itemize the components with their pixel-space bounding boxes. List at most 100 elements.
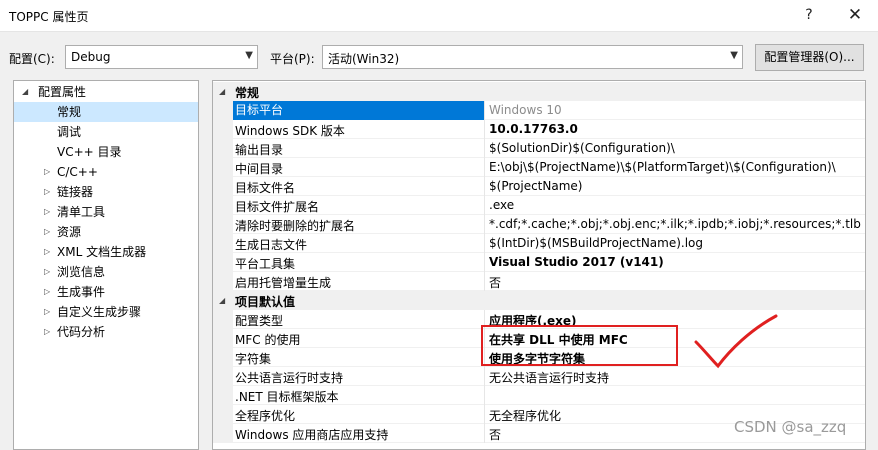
expand-triangle-icon[interactable]: ▷: [44, 202, 50, 222]
column-divider[interactable]: [484, 101, 485, 120]
column-divider[interactable]: [484, 234, 485, 253]
checkmark-annotation-icon: [694, 314, 778, 369]
column-divider[interactable]: [484, 158, 485, 177]
property-row[interactable]: 中间目录 E:\obj\$(ProjectName)\$(PlatformTarg…: [213, 158, 865, 177]
config-combo[interactable]: Debug ▼: [65, 45, 258, 69]
expand-triangle-icon[interactable]: ▷: [44, 222, 50, 242]
property-value[interactable]: $(ProjectName): [489, 179, 861, 193]
property-tree[interactable]: ◢ 配置属性 常规 调试 VC++ 目录 ▷ C/C++ ▷ 链接器 ▷ 清单工具 ▷ 资源 ▷ XML…: [13, 80, 199, 450]
property-name: 生成日志文件: [235, 238, 308, 252]
row-gutter: [213, 234, 233, 253]
collapse-triangle-icon[interactable]: ◢: [219, 87, 225, 96]
tree-item[interactable]: ▷ C/C++: [14, 162, 198, 182]
tree-item[interactable]: ▷ 浏览信息: [14, 262, 198, 282]
section-header[interactable]: ◢ 项目默认值: [213, 291, 865, 310]
property-name: 目标文件扩展名: [235, 200, 320, 214]
chevron-down-icon: ▼: [730, 50, 738, 61]
column-divider[interactable]: [484, 405, 485, 424]
column-divider[interactable]: [484, 272, 485, 291]
column-divider[interactable]: [484, 215, 485, 234]
section-title: 常规: [235, 86, 260, 100]
property-row[interactable]: 启用托管增量生成 否: [213, 272, 865, 291]
property-row[interactable]: 清除时要删除的扩展名 *.cdf;*.cache;*.obj;*.obj.enc;…: [213, 215, 865, 234]
property-grid[interactable]: ◢ 常规 目标平台 Windows 10 Windows SDK 版本 10.0.1776…: [212, 80, 866, 450]
property-row[interactable]: 目标文件扩展名 .exe: [213, 196, 865, 215]
property-value[interactable]: E:\obj\$(ProjectName)\$(PlatformTarget)\…: [489, 160, 861, 174]
row-gutter: [213, 196, 233, 215]
config-value: Debug: [71, 50, 111, 64]
property-name: 中间目录: [235, 162, 284, 176]
property-row[interactable]: 生成日志文件 $(IntDir)$(MSBuildProjectName).log: [213, 234, 865, 253]
platform-value: 活动(Win32): [328, 52, 400, 66]
column-divider[interactable]: [484, 177, 485, 196]
tree-item[interactable]: ▷ 自定义生成步骤: [14, 302, 198, 322]
window-title: TOPPC 属性页: [9, 10, 89, 24]
property-row[interactable]: .NET 目标框架版本: [213, 386, 865, 405]
column-divider[interactable]: [484, 386, 485, 405]
column-divider[interactable]: [484, 424, 485, 443]
title-bar: TOPPC 属性页 ? ✕: [0, 0, 878, 32]
property-value[interactable]: 否: [489, 274, 861, 291]
property-value[interactable]: 无公共语言运行时支持: [489, 369, 861, 386]
expanded-triangle-icon[interactable]: ◢: [22, 82, 28, 102]
tree-item[interactable]: ▷ 清单工具: [14, 202, 198, 222]
property-name: Windows 应用商店应用支持: [235, 428, 389, 442]
tree-item[interactable]: VC++ 目录: [14, 142, 198, 162]
column-divider[interactable]: [484, 120, 485, 139]
tree-item-label: 清单工具: [57, 205, 106, 219]
expand-triangle-icon[interactable]: ▷: [44, 242, 50, 262]
property-value[interactable]: *.cdf;*.cache;*.obj;*.obj.enc;*.ilk;*.ip…: [489, 217, 861, 231]
property-value[interactable]: Visual Studio 2017 (v141): [489, 255, 861, 269]
tree-item[interactable]: ▷ 资源: [14, 222, 198, 242]
column-divider[interactable]: [484, 253, 485, 272]
property-value[interactable]: 10.0.17763.0: [489, 122, 861, 136]
property-value[interactable]: $(SolutionDir)$(Configuration)\: [489, 141, 861, 155]
property-row[interactable]: 目标文件名 $(ProjectName): [213, 177, 865, 196]
tree-item[interactable]: 调试: [14, 122, 198, 142]
tree-item-label: 资源: [57, 225, 82, 239]
row-gutter: [213, 272, 233, 291]
column-divider[interactable]: [484, 367, 485, 386]
config-manager-button[interactable]: 配置管理器(O)...: [755, 44, 864, 71]
section-header[interactable]: ◢ 常规: [213, 82, 865, 101]
expand-triangle-icon[interactable]: ▷: [44, 182, 50, 202]
expand-triangle-icon[interactable]: ▷: [44, 302, 50, 322]
property-value[interactable]: .exe: [489, 198, 861, 212]
help-icon[interactable]: ?: [786, 0, 832, 31]
tree-item[interactable]: ▷ 链接器: [14, 182, 198, 202]
property-row[interactable]: 输出目录 $(SolutionDir)$(Configuration)\: [213, 139, 865, 158]
tree-item-label: XML 文档生成器: [57, 245, 147, 259]
property-name: 清除时要删除的扩展名: [235, 219, 356, 233]
column-divider[interactable]: [484, 196, 485, 215]
platform-label: 平台(P):: [270, 52, 315, 66]
property-value[interactable]: Windows 10: [489, 103, 861, 117]
property-value[interactable]: $(IntDir)$(MSBuildProjectName).log: [489, 236, 861, 250]
platform-combo[interactable]: 活动(Win32) ▼: [322, 45, 743, 69]
expand-triangle-icon[interactable]: ▷: [44, 162, 50, 182]
tree-item-label: 代码分析: [57, 325, 106, 339]
tree-item[interactable]: ▷ 代码分析: [14, 322, 198, 342]
property-row[interactable]: 平台工具集 Visual Studio 2017 (v141): [213, 253, 865, 272]
row-gutter: [213, 120, 233, 139]
collapse-triangle-icon[interactable]: ◢: [219, 296, 225, 305]
row-gutter: [213, 424, 233, 443]
column-divider[interactable]: [484, 139, 485, 158]
expand-triangle-icon[interactable]: ▷: [44, 262, 50, 282]
property-name: 输出目录: [235, 143, 284, 157]
close-icon[interactable]: ✕: [832, 0, 878, 31]
tree-item[interactable]: ▷ XML 文档生成器: [14, 242, 198, 262]
expand-triangle-icon[interactable]: ▷: [44, 322, 50, 342]
tree-item-label: VC++ 目录: [57, 145, 122, 159]
expand-triangle-icon[interactable]: ▷: [44, 282, 50, 302]
property-name: 平台工具集: [235, 257, 296, 271]
tree-item-label: 常规: [57, 105, 82, 119]
row-gutter: [213, 348, 233, 367]
property-row[interactable]: 目标平台 Windows 10: [213, 101, 865, 120]
tree-root[interactable]: ◢ 配置属性: [14, 82, 198, 102]
tree-item[interactable]: 常规: [14, 102, 198, 122]
row-gutter: [213, 158, 233, 177]
property-name: 字符集: [235, 352, 272, 366]
property-row[interactable]: Windows SDK 版本 10.0.17763.0: [213, 120, 865, 139]
tree-item[interactable]: ▷ 生成事件: [14, 282, 198, 302]
property-name: MFC 的使用: [235, 333, 301, 347]
